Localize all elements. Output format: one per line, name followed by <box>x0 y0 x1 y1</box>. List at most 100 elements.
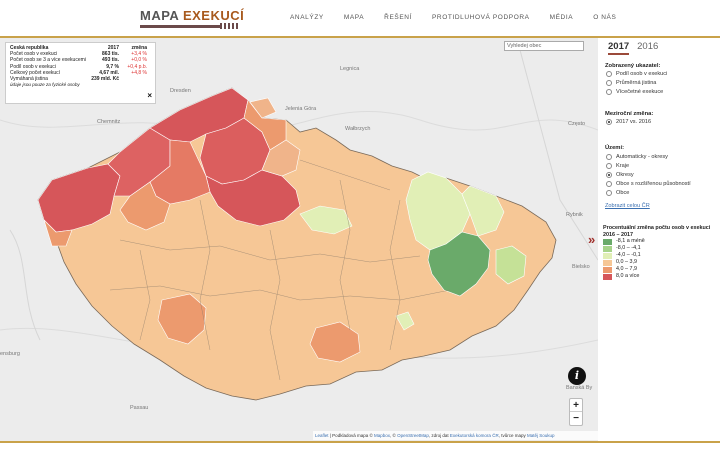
radio-icon <box>606 181 612 187</box>
legend-swatch <box>603 252 612 259</box>
radio-indicator-share[interactable]: Podíl osob v exekuci <box>606 71 667 77</box>
attribution-mapbox-link[interactable]: Mapbox <box>374 433 390 438</box>
attribution-text-1: | Podkladová mapa © <box>328 433 375 438</box>
tab-year-2016[interactable]: 2016 <box>637 41 658 55</box>
legend-item: -8,1 a méně <box>603 238 715 245</box>
map-label-czestochowa: Często <box>568 121 586 127</box>
radio-icon <box>606 119 612 125</box>
legend-item: 0,0 – 3,9 <box>603 259 715 266</box>
change-title: Meziroční změna: <box>605 111 654 117</box>
attribution-eks-link[interactable]: Exekutorská komora ČR <box>450 433 499 438</box>
nav-item-protidluhova-podpora[interactable]: PROTIDLUHOVÁ PODPORA <box>432 14 530 21</box>
logo-text: MAPA EXEKUCÍ <box>140 8 244 23</box>
radio-area-kraje[interactable]: Kraje <box>606 163 629 169</box>
main-nav: ANALÝZY MAPA ŘEŠENÍ PROTIDLUHOVÁ PODPORA… <box>290 14 636 21</box>
indicator-title: Zobrazený ukazatel: <box>605 63 661 69</box>
info-row-value: 239 mld. Kč <box>91 76 119 83</box>
legend-item: -4,0 – -0,1 <box>603 252 715 259</box>
search-input[interactable] <box>504 41 584 51</box>
radio-area-okresy[interactable]: Okresy <box>606 172 634 178</box>
legend-item: 8,0 a více <box>603 273 715 280</box>
radio-icon <box>606 154 612 160</box>
map-label-rybnik: Rybnik <box>566 212 583 218</box>
info-button[interactable]: i <box>568 367 586 385</box>
attribution-osm-link[interactable]: OpenStreetMap <box>397 433 429 438</box>
legend-label: 4,0 – 7,9 <box>616 266 637 272</box>
radio-icon <box>606 163 612 169</box>
attribution-text-4: , tvůrce mapy <box>498 433 527 438</box>
area-title: Území: <box>605 145 625 151</box>
logo-rule <box>140 25 220 28</box>
summary-info-box: Česká republika 2017 změna Počet osob v … <box>5 42 156 104</box>
zoom-in-button[interactable]: + <box>570 399 582 412</box>
legend-label: -4,0 – -0,1 <box>616 252 641 258</box>
radio-label: Kraje <box>616 163 630 169</box>
radio-area-obce[interactable]: Obce <box>606 190 629 196</box>
radio-label: Obce s rozšířenou působností <box>616 181 691 187</box>
map-label-dresden: Dresden <box>170 88 191 94</box>
nav-item-media[interactable]: MÉDIA <box>550 14 574 21</box>
radio-indicator-average[interactable]: Průměrná jistina <box>606 80 656 86</box>
legend-label: 8,0 a více <box>616 273 640 279</box>
radio-icon <box>606 89 612 95</box>
control-sidebar: 2017 2016 Zobrazený ukazatel: Podíl osob… <box>598 38 720 441</box>
close-icon[interactable]: × <box>147 91 152 99</box>
footer-divider <box>0 441 720 443</box>
nav-item-mapa[interactable]: MAPA <box>344 14 364 21</box>
zoom-out-button[interactable]: − <box>570 412 582 425</box>
radio-icon <box>606 190 612 196</box>
attribution-author-link[interactable]: Matěj Soukup <box>527 433 555 438</box>
zoom-control: + − <box>569 398 583 426</box>
map-label-bielsko: Bielsko <box>572 264 590 270</box>
attribution-leaflet-link[interactable]: Leaflet <box>315 433 329 438</box>
map-label-legnica: Legnica <box>340 66 360 72</box>
radio-label: 2017 vs. 2016 <box>616 119 652 125</box>
radio-area-orp[interactable]: Obce s rozšířenou působností <box>606 181 691 187</box>
nav-item-o-nas[interactable]: O NÁS <box>593 14 616 21</box>
radio-icon <box>606 80 612 86</box>
show-whole-country-link[interactable]: Zobrazit celou ČR <box>605 203 650 209</box>
legend-swatch <box>603 245 612 252</box>
year-tabs: 2017 2016 <box>608 41 658 55</box>
legend-label: -8,1 a méně <box>616 238 645 244</box>
map-label-banska-bystrica: Banská By <box>566 385 593 391</box>
radio-change-2017-2016[interactable]: 2017 vs. 2016 <box>606 119 651 125</box>
logo-accent: EXEKUCÍ <box>182 8 245 23</box>
legend-swatch <box>603 259 612 266</box>
map-label-chemnitz: Chemnitz <box>97 119 121 125</box>
logo-main: MAPA <box>140 8 179 23</box>
site-header: MAPA EXEKUCÍ ANALÝZY MAPA ŘEŠENÍ PROTIDL… <box>0 0 720 36</box>
legend-swatch <box>603 266 612 273</box>
radio-icon <box>606 71 612 77</box>
legend-item: -8,0 – -4,1 <box>603 245 715 252</box>
info-row-change <box>119 76 147 82</box>
radio-indicator-multiple[interactable]: Vícečetné exekuce <box>606 89 663 95</box>
map-attribution: Leaflet | Podkladová mapa © Mapbox, © Op… <box>313 431 598 440</box>
nav-item-reseni[interactable]: ŘEŠENÍ <box>384 14 412 21</box>
legend-item: 4,0 – 7,9 <box>603 266 715 273</box>
map-label-jelenia-gora: Jelenia Góra <box>285 106 317 112</box>
legend: Procentuální změna počtu osob v exekuci … <box>603 225 715 280</box>
map-label-regensburg: ensburg <box>0 351 20 357</box>
radio-icon <box>606 172 612 178</box>
radio-label: Obce <box>616 190 630 196</box>
legend-items: -8,1 a méně -8,0 – -4,1 -4,0 – -0,1 0,0 – 3… <box>603 238 715 280</box>
radio-label: Okresy <box>616 172 634 178</box>
tab-year-2017[interactable]: 2017 <box>608 41 630 55</box>
legend-label: 0,0 – 3,9 <box>616 259 637 265</box>
radio-label: Vícečetné exekuce <box>616 89 664 95</box>
map-label-passau: Passau <box>130 405 149 411</box>
legend-label: -8,0 – -4,1 <box>616 245 641 251</box>
map-label-walbrzych: Wałbrzych <box>345 126 371 132</box>
radio-area-auto[interactable]: Automaticky - okresy <box>606 154 668 160</box>
logo-pins <box>220 23 238 29</box>
legend-swatch <box>603 273 612 280</box>
info-note: údaje jsou pouze za fyzické osoby <box>10 82 80 88</box>
sidebar-toggle-icon[interactable]: » <box>588 232 596 247</box>
nav-item-analyzy[interactable]: ANALÝZY <box>290 14 324 21</box>
site-logo[interactable]: MAPA EXEKUCÍ <box>140 8 244 30</box>
radio-label: Automaticky - okresy <box>616 154 668 160</box>
legend-title: Procentuální změna počtu osob v exekuci … <box>603 225 711 238</box>
radio-label: Podíl osob v exekuci <box>616 71 668 77</box>
radio-label: Průměrná jistina <box>616 80 657 86</box>
